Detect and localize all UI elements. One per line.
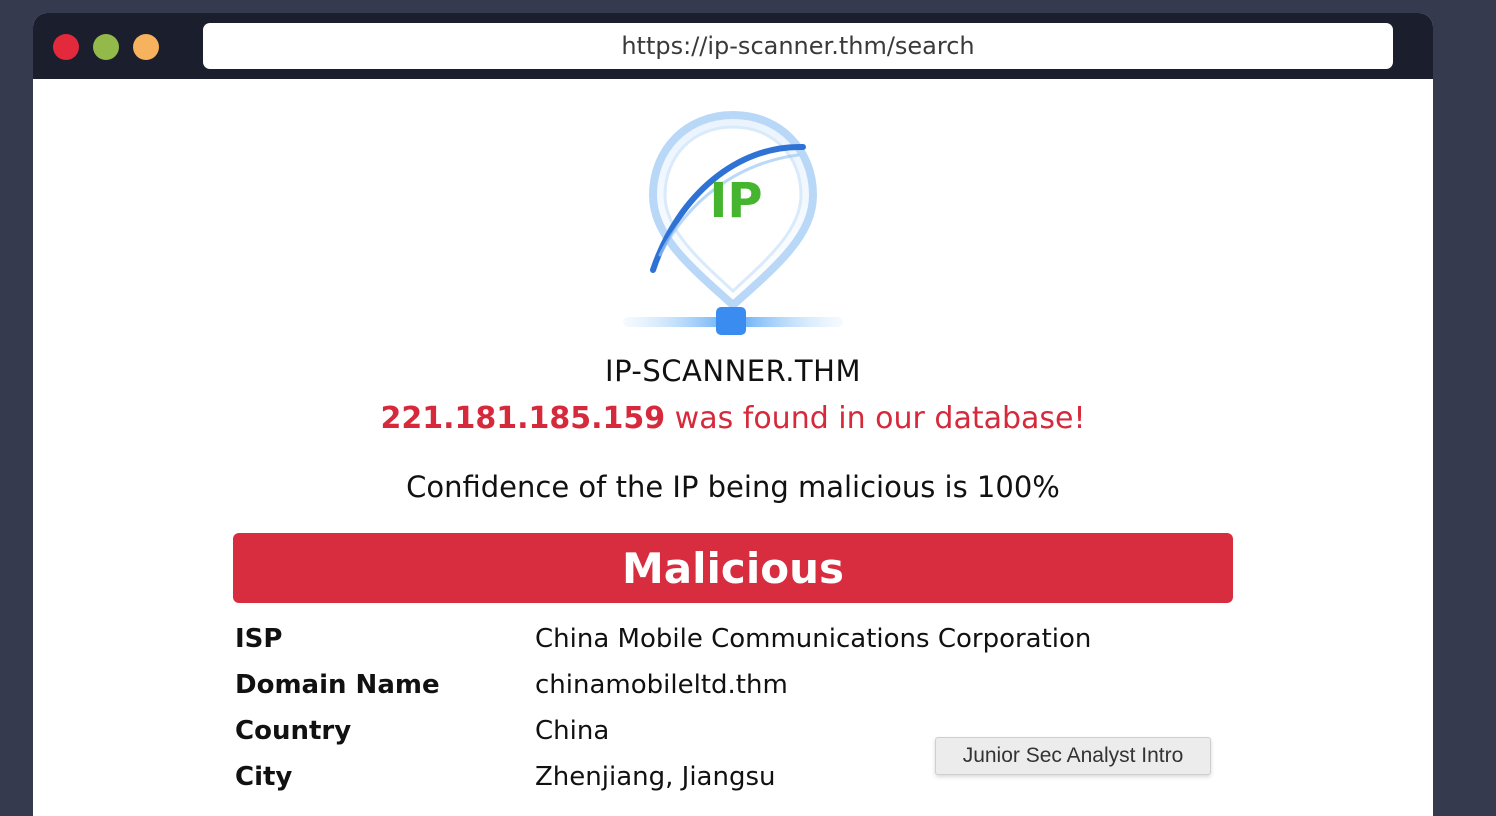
verdict-banner: Malicious (233, 533, 1233, 603)
close-window-button[interactable] (53, 34, 79, 60)
info-label: City (235, 762, 293, 792)
info-row-isp: ISP China Mobile Communications Corporat… (235, 624, 1235, 664)
info-label: Country (235, 716, 352, 746)
info-value: China Mobile Communications Corporation (535, 624, 1092, 654)
page-content: IP IP-SCANNER.THM 221.181.185.159 was fo… (33, 79, 1433, 816)
maximize-window-button[interactable] (133, 34, 159, 60)
info-label: Domain Name (235, 670, 440, 700)
browser-titlebar: https://ip-scanner.thm/search (33, 13, 1433, 79)
site-name: IP-SCANNER.THM (605, 354, 861, 388)
confidence-text: Confidence of the IP being malicious is … (406, 470, 1060, 504)
info-value: China (535, 716, 610, 746)
info-label: ISP (235, 624, 283, 654)
info-row-domain: Domain Name chinamobileltd.thm (235, 670, 1235, 710)
logo-text: IP (709, 173, 762, 229)
searched-ip: 221.181.185.159 (380, 401, 666, 436)
ip-location-pin-logo: IP (623, 110, 843, 335)
info-value: Zhenjiang, Jiangsu (535, 762, 776, 792)
found-message: 221.181.185.159 was found in our databas… (33, 401, 1433, 436)
tooltip: Junior Sec Analyst Intro (935, 737, 1211, 775)
found-text: was found in our database! (665, 401, 1086, 436)
browser-window: https://ip-scanner.thm/search IP IP-SCAN… (33, 13, 1433, 816)
info-value: chinamobileltd.thm (535, 670, 788, 700)
address-bar[interactable]: https://ip-scanner.thm/search (203, 23, 1393, 69)
minimize-window-button[interactable] (93, 34, 119, 60)
